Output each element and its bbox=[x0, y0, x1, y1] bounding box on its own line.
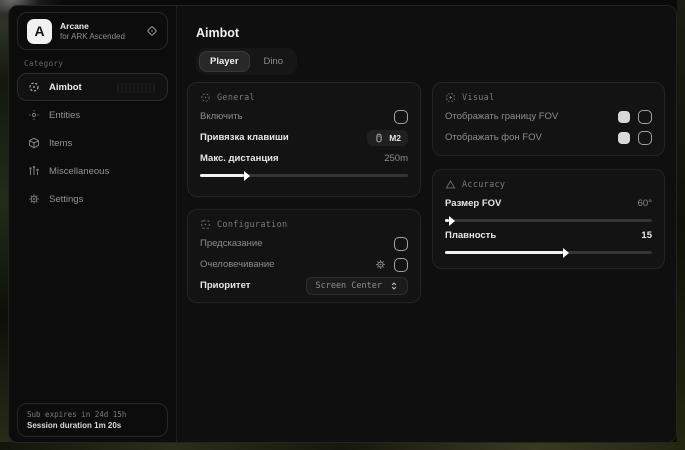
radar-icon bbox=[28, 109, 40, 121]
brand-text: Arcane for ARK Ascended bbox=[60, 21, 125, 41]
smoothness-row: Плавность 15 bbox=[445, 225, 652, 246]
sidebar-item-label: Entities bbox=[49, 110, 80, 121]
frame-plus-icon bbox=[445, 92, 456, 103]
pin-icon[interactable] bbox=[146, 25, 158, 37]
panel-accuracy-header: Accuracy bbox=[445, 179, 652, 190]
main-content: Aimbot Player Dino General Включить bbox=[177, 6, 676, 442]
fov-size-value: 60° bbox=[638, 198, 652, 209]
ghost-watermark bbox=[117, 83, 157, 93]
fov-size-slider[interactable] bbox=[445, 219, 652, 222]
sidebar: A Arcane for ARK Ascended Category bbox=[9, 6, 177, 442]
distance-row: Макс. дистанция 250m bbox=[200, 148, 408, 169]
panel-configuration: Configuration Предсказание Очеловечивани… bbox=[187, 209, 421, 303]
page-title: Aimbot bbox=[196, 26, 239, 40]
smoothness-slider[interactable] bbox=[445, 251, 652, 254]
enable-label: Включить bbox=[200, 111, 243, 122]
panel-visual: Visual Отображать границу FOV Отображать… bbox=[432, 82, 665, 156]
panel-general: General Включить Привязка клавиши M2 bbox=[187, 82, 421, 197]
sidebar-item-label: Miscellaneous bbox=[49, 166, 109, 177]
distance-slider-fill bbox=[200, 174, 244, 177]
priority-dropdown-value: Screen Center bbox=[315, 281, 382, 291]
sidebar-item-label: Items bbox=[49, 138, 72, 149]
sidebar-item-settings[interactable]: Settings bbox=[17, 185, 168, 213]
brand-logo: A bbox=[27, 19, 52, 44]
panel-title: Visual bbox=[462, 93, 495, 103]
keybind-label: Привязка клавиши bbox=[200, 132, 289, 143]
dashed-box-icon bbox=[200, 219, 211, 230]
brand-subtitle: for ARK Ascended bbox=[60, 32, 125, 41]
keybind-button[interactable]: M2 bbox=[367, 130, 408, 146]
sidebar-item-entities[interactable]: Entities bbox=[17, 101, 168, 129]
panel-title: Configuration bbox=[217, 220, 287, 230]
panel-configuration-header: Configuration bbox=[200, 219, 408, 230]
smoothness-slider-fill bbox=[445, 251, 563, 254]
smoothness-label: Плавность bbox=[445, 230, 496, 241]
tab-dino[interactable]: Dino bbox=[253, 51, 295, 72]
subscription-card: Sub expires in 24d 15h Session duration … bbox=[17, 403, 168, 437]
prediction-row: Предсказание bbox=[200, 233, 408, 254]
humanize-label: Очеловечивание bbox=[200, 259, 274, 270]
fov-bg-controls bbox=[618, 131, 652, 145]
gear-icon bbox=[28, 193, 40, 205]
keybind-row: Привязка клавиши M2 bbox=[200, 127, 408, 148]
humanize-controls bbox=[375, 258, 408, 272]
enable-row: Включить bbox=[200, 106, 408, 127]
smoothness-value: 15 bbox=[641, 230, 652, 241]
game-background-right bbox=[677, 0, 685, 450]
humanize-checkbox[interactable] bbox=[394, 258, 408, 272]
panel-title: Accuracy bbox=[462, 180, 505, 190]
game-background-bottom bbox=[0, 442, 685, 450]
category-label: Category bbox=[24, 59, 63, 68]
tab-bar: Player Dino bbox=[196, 48, 297, 75]
brand-card: A Arcane for ARK Ascended bbox=[17, 12, 168, 50]
distance-label: Макс. дистанция bbox=[200, 153, 279, 164]
sidebar-item-items[interactable]: Items bbox=[17, 129, 168, 157]
fov-border-row: Отображать границу FOV bbox=[445, 106, 652, 127]
priority-dropdown[interactable]: Screen Center bbox=[306, 277, 408, 295]
crosshair-icon bbox=[28, 81, 40, 93]
sidebar-item-miscellaneous[interactable]: Miscellaneous bbox=[17, 157, 168, 185]
scan-circle-icon bbox=[200, 92, 211, 103]
sidebar-nav: Aimbot Entities bbox=[17, 73, 168, 213]
fov-bg-checkbox[interactable] bbox=[638, 131, 652, 145]
fov-bg-color-swatch[interactable] bbox=[618, 132, 630, 144]
sidebar-item-label: Aimbot bbox=[49, 82, 82, 93]
prediction-checkbox[interactable] bbox=[394, 237, 408, 251]
keybind-value: M2 bbox=[389, 133, 401, 143]
sidebar-item-aimbot[interactable]: Aimbot bbox=[17, 73, 168, 101]
panel-visual-header: Visual bbox=[445, 92, 652, 103]
tab-player[interactable]: Player bbox=[199, 51, 250, 72]
fov-border-controls bbox=[618, 110, 652, 124]
equalizer-icon bbox=[28, 165, 40, 177]
fov-size-row: Размер FOV 60° bbox=[445, 193, 652, 214]
fov-size-slider-fill bbox=[445, 219, 449, 222]
fov-size-label: Размер FOV bbox=[445, 198, 501, 209]
cube-icon bbox=[28, 137, 40, 149]
panel-general-header: General bbox=[200, 92, 408, 103]
sidebar-item-label: Settings bbox=[49, 194, 83, 205]
triangle-icon bbox=[445, 179, 456, 190]
panel-title: General bbox=[217, 93, 255, 103]
humanize-row: Очеловечивание bbox=[200, 254, 408, 275]
humanize-settings-gear-icon[interactable] bbox=[375, 259, 386, 270]
fov-bg-row: Отображать фон FOV bbox=[445, 127, 652, 148]
fov-border-color-swatch[interactable] bbox=[618, 111, 630, 123]
session-duration-text: Session duration 1m 20s bbox=[27, 421, 158, 430]
distance-slider[interactable] bbox=[200, 174, 408, 177]
priority-label: Приоритет bbox=[200, 280, 250, 291]
distance-value: 250m bbox=[384, 153, 408, 164]
cheat-menu-window: A Arcane for ARK Ascended Category bbox=[8, 5, 677, 443]
panel-accuracy: Accuracy Размер FOV 60° Плавность 15 bbox=[432, 169, 665, 269]
mouse-icon bbox=[374, 133, 384, 143]
fov-border-label: Отображать границу FOV bbox=[445, 111, 558, 122]
chevrons-up-down-icon bbox=[389, 281, 399, 291]
priority-row: Приоритет Screen Center bbox=[200, 275, 408, 296]
sub-expires-text: Sub expires in 24d 15h bbox=[27, 410, 158, 419]
enable-checkbox[interactable] bbox=[394, 110, 408, 124]
fov-bg-label: Отображать фон FOV bbox=[445, 132, 542, 143]
fov-border-checkbox[interactable] bbox=[638, 110, 652, 124]
brand-title: Arcane bbox=[60, 21, 125, 31]
prediction-label: Предсказание bbox=[200, 238, 263, 249]
